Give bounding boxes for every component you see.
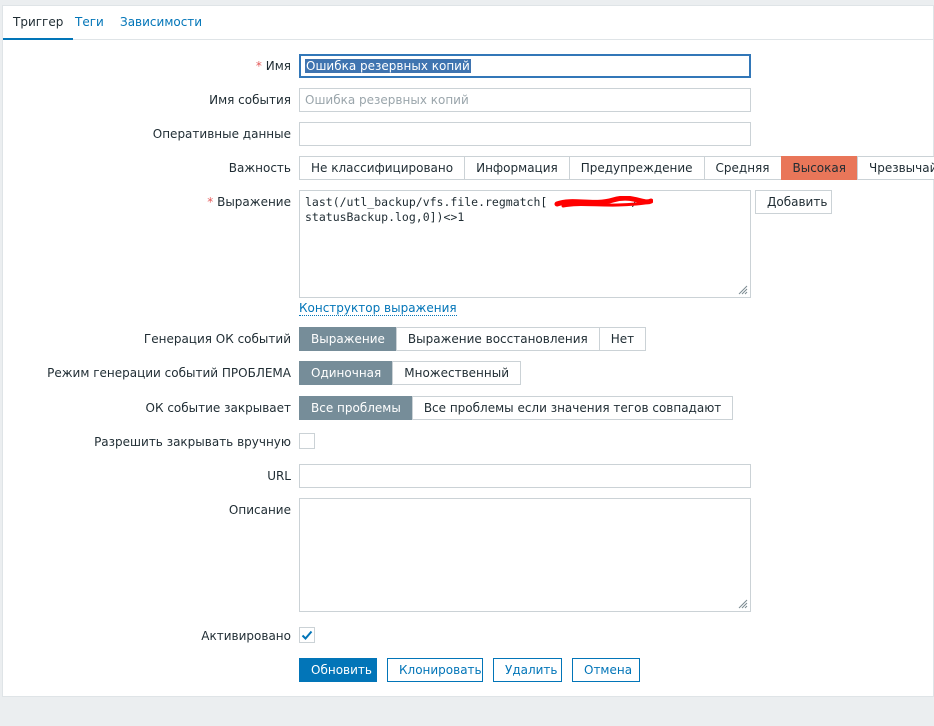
expression-line-1: last(/utl_backup/vfs.file.regmatch[/ — [305, 195, 639, 209]
required-mark: * — [255, 59, 262, 73]
url-input[interactable] — [299, 464, 751, 488]
ok-event-generation-label: Генерация ОК событий — [143, 332, 291, 346]
event-name-placeholder: Ошибка резервных копий — [305, 93, 469, 107]
description-label: Описание — [228, 503, 291, 517]
severity-selector: Не классифицировано Информация Предупреж… — [299, 156, 934, 180]
event-name-input[interactable]: Ошибка резервных копий — [299, 88, 751, 112]
severity-average[interactable]: Средняя — [703, 156, 782, 180]
name-label: * Имя — [255, 59, 291, 73]
expression-constructor-link[interactable]: Конструктор выражения — [299, 301, 457, 316]
redaction-scribble — [554, 196, 653, 208]
resize-grip-icon[interactable] — [738, 285, 748, 295]
tab-bar: Триггер Теги Зависимости — [3, 6, 933, 40]
severity-high[interactable]: Высокая — [780, 156, 858, 180]
resize-grip-icon[interactable] — [738, 599, 748, 609]
opdata-input[interactable] — [299, 122, 751, 146]
name-value: Ошибка резервных копий — [305, 59, 471, 73]
expression-line-2: statusBackup.log,0])<>1 — [305, 210, 465, 224]
delete-button[interactable]: Удалить — [493, 658, 562, 682]
add-expression-button[interactable]: Добавить — [755, 190, 832, 214]
severity-information[interactable]: Информация — [464, 156, 570, 180]
severity-disaster[interactable]: Чрезвычайная — [856, 156, 934, 180]
expression-textarea[interactable]: last(/utl_backup/vfs.file.regmatch[/ sta… — [299, 190, 751, 298]
required-mark: * — [207, 195, 214, 209]
ok-event-generation-selector: Выражение Выражение восстановления Нет — [299, 327, 647, 351]
opdata-label: Оперативные данные — [152, 127, 291, 141]
ok-closes-selector: Все проблемы Все проблемы если значения … — [299, 396, 734, 420]
clone-button[interactable]: Клонировать — [387, 658, 483, 682]
trigger-form-panel: Триггер Теги Зависимости * Имя Ошибка ре… — [2, 5, 934, 697]
tab-tags[interactable]: Теги — [65, 6, 114, 40]
ok-gen-recovery-expression[interactable]: Выражение восстановления — [395, 327, 600, 351]
problem-mode-single[interactable]: Одиночная — [299, 361, 394, 385]
manual-close-label: Разрешить закрывать вручную — [94, 435, 291, 449]
severity-not-classified[interactable]: Не классифицировано — [299, 156, 466, 180]
ok-closes-tag-match[interactable]: Все проблемы если значения тегов совпада… — [411, 396, 734, 420]
tab-trigger[interactable]: Триггер — [3, 6, 74, 40]
checkmark-icon — [301, 630, 313, 640]
problem-mode-multiple[interactable]: Множественный — [392, 361, 521, 385]
ok-gen-none[interactable]: Нет — [598, 327, 647, 351]
problem-mode-selector: Одиночная Множественный — [299, 361, 521, 385]
manual-close-checkbox[interactable] — [299, 433, 315, 449]
ok-closes-all[interactable]: Все проблемы — [299, 396, 413, 420]
severity-label: Важность — [228, 161, 291, 175]
update-button[interactable]: Обновить — [299, 658, 377, 682]
ok-closes-label: ОК событие закрывает — [145, 401, 291, 415]
problem-mode-label: Режим генерации событий ПРОБЛЕМА — [47, 366, 291, 380]
description-textarea[interactable] — [299, 498, 751, 612]
cancel-button[interactable]: Отмена — [572, 658, 640, 682]
severity-warning[interactable]: Предупреждение — [568, 156, 705, 180]
event-name-label: Имя события — [209, 93, 291, 107]
expression-label: * Выражение — [207, 195, 291, 209]
ok-gen-expression[interactable]: Выражение — [299, 327, 397, 351]
url-label: URL — [267, 469, 291, 483]
enabled-label: Активировано — [201, 629, 291, 643]
enabled-checkbox[interactable] — [299, 627, 315, 643]
name-input[interactable]: Ошибка резервных копий — [299, 54, 751, 78]
tab-dependencies[interactable]: Зависимости — [110, 6, 212, 40]
